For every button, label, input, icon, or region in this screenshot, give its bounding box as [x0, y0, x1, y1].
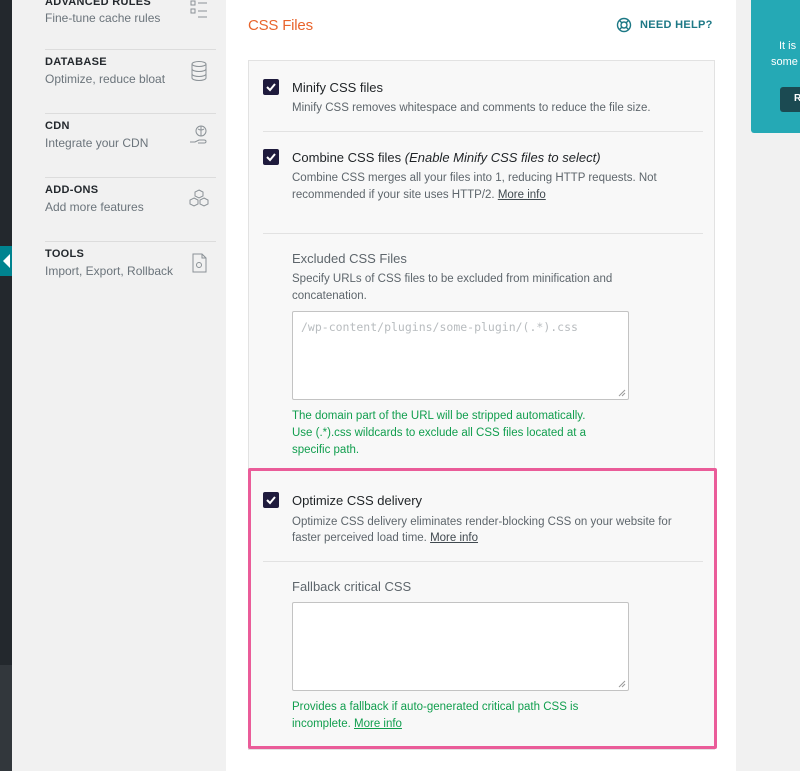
need-help-label: NEED HELP? [640, 19, 713, 31]
minify-css-desc: Minify CSS removes whitespace and commen… [292, 102, 651, 114]
sidebar-item-desc: Add more features [45, 200, 144, 214]
combine-css-desc: Combine CSS merges all your files into 1… [292, 172, 657, 184]
excluded-css-desc-line2: concatenation. [292, 290, 367, 302]
sidebar-item-desc: Fine-tune cache rules [45, 11, 161, 25]
wp-admin-menu-strip-bottom [0, 665, 12, 771]
sidebar-item-tools[interactable]: TOOLS Import, Export, Rollback [12, 242, 226, 306]
excluded-css-note-1: The domain part of the URL will be strip… [292, 410, 586, 422]
list-icon [190, 0, 207, 18]
minify-css-checkbox[interactable] [263, 79, 279, 95]
combine-css-desc-text: recommended if your site uses HTTP/2. [292, 189, 495, 201]
excluded-css-note-3: specific path. [292, 444, 360, 456]
checkmark-icon [266, 153, 276, 162]
combine-css-hint: (Enable Minify CSS files to select) [404, 150, 601, 165]
excluded-css-note-2: Use (.*).css wildcards to exclude all CS… [292, 427, 587, 439]
sidebar-item-title: DATABASE [45, 56, 107, 68]
tools-file-icon [192, 253, 207, 273]
sidebar-item-title: CDN [45, 120, 70, 132]
sidebar-item-database[interactable]: DATABASE Optimize, reduce bloat [12, 50, 226, 114]
excluded-css-textarea[interactable]: /wp-content/plugins/some-plugin/(.*).css [292, 311, 629, 400]
sidebar-item-advanced-rules[interactable]: ADVANCED RULES Fine-tune cache rules [12, 0, 226, 50]
row-divider [263, 131, 703, 132]
checkmark-icon [266, 83, 276, 92]
need-help-link[interactable]: NEED HELP? [616, 17, 713, 33]
combine-more-info-link[interactable]: More info [498, 189, 546, 201]
minify-css-title: Minify CSS files [292, 80, 384, 95]
sidebar-item-add-ons[interactable]: ADD-ONS Add more features [12, 178, 226, 242]
resize-grip-icon[interactable] [618, 389, 626, 397]
sidebar-item-desc: Optimize, reduce bloat [45, 72, 166, 86]
combine-css-desc-line2: recommended if your site uses HTTP/2. Mo… [292, 186, 546, 204]
cubes-icon [189, 189, 209, 207]
sidebar-item-title: ADD-ONS [45, 184, 99, 196]
promo-text-line2: some [771, 56, 798, 68]
wp-admin-menu-strip [0, 0, 12, 771]
promo-text-line1: It is [779, 40, 797, 52]
excluded-css-placeholder: /wp-content/plugins/some-plugin/(.*).css [301, 320, 578, 334]
excluded-css-desc: Specify URLs of CSS files to be excluded… [292, 273, 613, 285]
active-menu-arrow [0, 246, 12, 276]
row-divider [263, 233, 703, 234]
database-icon [191, 61, 207, 82]
lifebuoy-icon [616, 17, 632, 33]
highlight-frame [248, 468, 717, 749]
settings-sidebar: ADVANCED RULES Fine-tune cache rules DAT… [12, 0, 226, 771]
section-title: CSS Files [248, 17, 313, 34]
combine-css-title-text: Combine CSS files [292, 150, 402, 165]
excluded-css-label: Excluded CSS Files [292, 251, 407, 266]
sidebar-item-desc: Import, Export, Rollback [45, 264, 174, 278]
combine-css-checkbox[interactable] [263, 149, 279, 165]
cdn-hand-icon [190, 125, 207, 144]
sidebar-item-title: ADVANCED RULES [45, 0, 152, 8]
combine-css-title: Combine CSS files (Enable Minify CSS fil… [292, 150, 601, 165]
sidebar-item-desc: Integrate your CDN [45, 136, 149, 150]
promo-button[interactable]: R [780, 87, 800, 112]
sidebar-item-cdn[interactable]: CDN Integrate your CDN [12, 114, 226, 178]
sidebar-item-title: TOOLS [45, 248, 85, 260]
